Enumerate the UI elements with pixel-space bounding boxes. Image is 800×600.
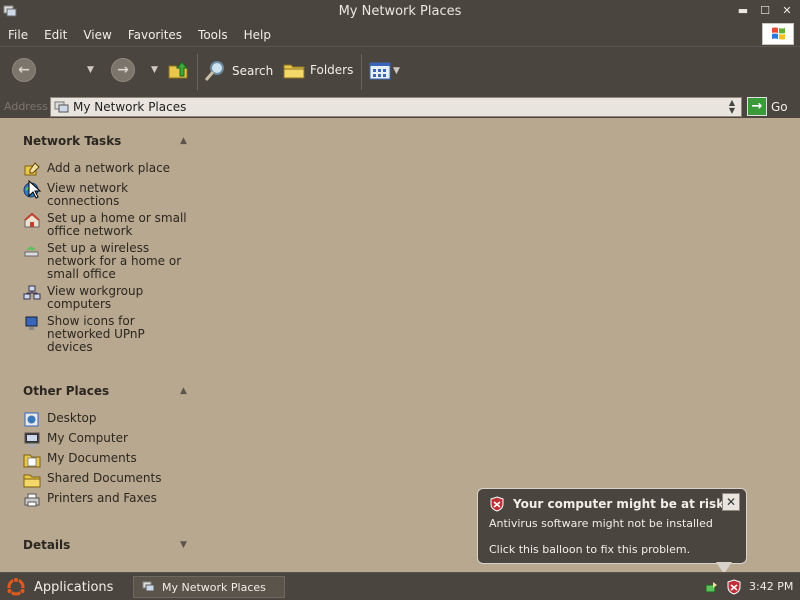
- go-label: Go: [771, 99, 788, 114]
- task-label: Set up a wireless network for a home or …: [47, 241, 182, 281]
- search-label: Search: [232, 64, 274, 78]
- maximize-button[interactable]: ☐: [756, 3, 774, 19]
- address-dropdown-icon[interactable]: ▲ ▼: [725, 99, 739, 115]
- address-label: Address: [4, 100, 48, 113]
- taskbar: Applications My Network Places 3:42 PM: [0, 572, 800, 600]
- balloon-message: Antivirus software might not be installe…: [489, 517, 713, 530]
- go-button[interactable]: → Go: [747, 97, 788, 116]
- collapse-chevron-icon[interactable]: ▲: [180, 136, 187, 146]
- task-add-network-place[interactable]: Add a network place: [23, 162, 193, 178]
- add-network-place-icon: [24, 162, 40, 176]
- window-title: My Network Places: [338, 4, 462, 19]
- applications-menu-button[interactable]: Applications: [6, 577, 113, 597]
- shared-documents-icon: [23, 474, 41, 488]
- wireless-network-icon: [24, 246, 39, 257]
- place-label: Desktop: [47, 411, 97, 425]
- collapse-chevron-icon[interactable]: ▲: [180, 386, 187, 396]
- security-alert-balloon[interactable]: Your computer might be at risk Antivirus…: [477, 488, 747, 564]
- task-label: Set up a home or small office network: [47, 211, 187, 238]
- task-label: View network connections: [47, 181, 129, 208]
- forward-dropdown-arrow-icon[interactable]: ▼: [151, 65, 158, 75]
- ubuntu-logo-icon: [6, 577, 26, 596]
- menu-bar: File Edit View Favorites Tools Help: [0, 24, 800, 46]
- task-label: Show icons for networked UPnP devices: [47, 314, 145, 354]
- menu-help[interactable]: Help: [236, 24, 279, 46]
- system-tray: [704, 579, 742, 595]
- clock[interactable]: 3:42 PM: [749, 580, 793, 593]
- windows-logo-icon: [762, 23, 794, 45]
- taskbar-window-button[interactable]: My Network Places: [133, 576, 285, 598]
- details-title: Details: [23, 538, 71, 552]
- place-my-documents[interactable]: My Documents: [23, 452, 193, 468]
- desktop-icon: [24, 412, 39, 427]
- title-bar: My Network Places ▬ ☐ ✕: [0, 0, 800, 24]
- forward-button[interactable]: →: [111, 58, 135, 82]
- task-label: View workgroup computers: [47, 284, 144, 311]
- arrow-left-icon: ←: [18, 62, 30, 78]
- workgroup-computers-icon: [23, 285, 41, 300]
- address-field[interactable]: My Network Places ▲ ▼: [50, 97, 742, 117]
- home-network-icon: [24, 212, 40, 228]
- search-button[interactable]: Search: [203, 59, 273, 83]
- close-button[interactable]: ✕: [778, 3, 796, 19]
- place-label: My Documents: [47, 451, 137, 465]
- address-bar: Address My Network Places ▲ ▼ → Go: [0, 96, 800, 118]
- folders-button[interactable]: Folders: [283, 60, 353, 80]
- network-tray-icon[interactable]: [704, 579, 720, 595]
- upnp-devices-icon: [25, 316, 38, 330]
- address-value: My Network Places: [73, 100, 187, 114]
- folders-label: Folders: [310, 63, 354, 77]
- task-label: Add a network place: [47, 161, 171, 175]
- task-show-upnp-icons[interactable]: Show icons for networked UPnP devices: [23, 315, 193, 354]
- search-icon: [204, 61, 224, 81]
- balloon-title: Your computer might be at risk: [513, 497, 725, 511]
- place-desktop[interactable]: Desktop: [23, 412, 193, 428]
- task-view-workgroup[interactable]: View workgroup computers: [23, 285, 193, 311]
- menu-view[interactable]: View: [75, 24, 119, 46]
- place-label: My Computer: [47, 431, 128, 445]
- menu-edit[interactable]: Edit: [36, 24, 75, 46]
- menu-tools[interactable]: Tools: [190, 24, 236, 46]
- minimize-button[interactable]: ▬: [734, 3, 752, 19]
- taskbar-window-label: My Network Places: [162, 580, 266, 594]
- printer-icon: [24, 493, 40, 507]
- place-label: Shared Documents: [47, 471, 162, 485]
- balloon-action-text: Click this balloon to fix this problem.: [489, 543, 691, 556]
- back-button[interactable]: ←: [12, 58, 36, 82]
- place-printers-faxes[interactable]: Printers and Faxes: [23, 492, 193, 508]
- go-arrow-icon: →: [747, 97, 767, 116]
- back-dropdown-arrow-icon[interactable]: ▼: [87, 65, 94, 75]
- view-grid-icon: [369, 62, 391, 80]
- network-places-icon: [54, 101, 69, 113]
- balloon-close-button[interactable]: ✕: [722, 493, 740, 511]
- expand-chevron-icon[interactable]: ▼: [180, 540, 187, 550]
- network-places-icon: [142, 581, 155, 592]
- arrow-right-icon: →: [117, 62, 129, 78]
- toolbar: ← ▼ → ▼ Search Folders ▼: [0, 46, 800, 96]
- place-shared-documents[interactable]: Shared Documents: [23, 472, 193, 488]
- my-documents-icon: [23, 454, 41, 468]
- menu-file[interactable]: File: [0, 24, 36, 46]
- network-tasks-title: Network Tasks: [23, 134, 122, 148]
- task-home-office-network[interactable]: Set up a home or small office network: [23, 212, 193, 238]
- place-label: Printers and Faxes: [47, 491, 157, 505]
- task-wireless-network[interactable]: Set up a wireless network for a home or …: [23, 242, 193, 281]
- menu-favorites[interactable]: Favorites: [120, 24, 190, 46]
- my-computer-icon: [24, 432, 40, 447]
- folder-up-icon: [168, 61, 189, 79]
- security-alert-tray-icon[interactable]: [726, 579, 742, 595]
- security-shield-icon: [490, 496, 504, 512]
- place-my-computer[interactable]: My Computer: [23, 432, 193, 448]
- up-folder-button[interactable]: [167, 59, 189, 81]
- views-button[interactable]: ▼: [369, 62, 400, 80]
- other-places-title: Other Places: [23, 384, 110, 398]
- task-view-network-connections[interactable]: View network connections: [23, 182, 193, 208]
- views-dropdown-arrow-icon: ▼: [393, 66, 400, 76]
- mouse-cursor-icon: [28, 180, 42, 199]
- applications-label: Applications: [34, 579, 114, 595]
- folders-icon: [283, 64, 305, 79]
